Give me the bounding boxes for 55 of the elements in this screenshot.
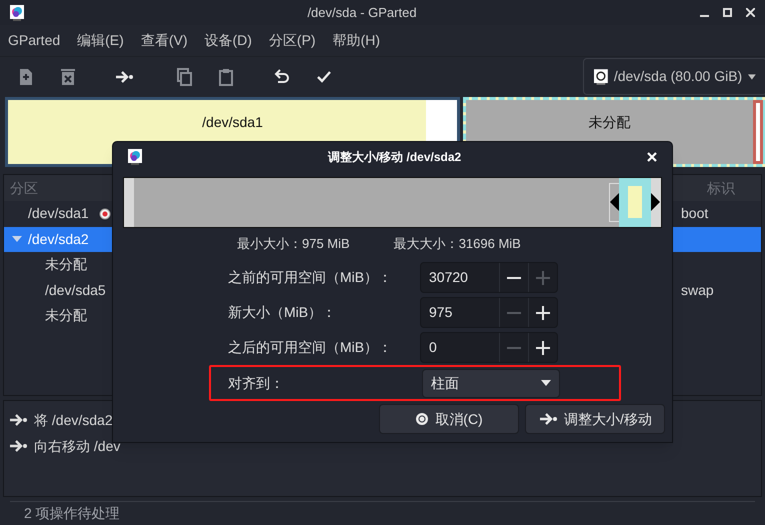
menu-item[interactable]: GParted (8, 30, 60, 51)
menu-item[interactable]: 分区(P) (268, 30, 316, 51)
dialog-title: 调整大小/移动 /dev/sda2 (326, 148, 462, 166)
plus-icon (536, 306, 550, 320)
cancel-button[interactable]: 取消(C) (379, 404, 519, 434)
cancel-icon (415, 412, 430, 426)
field-label: 新大小（MiB）： (228, 303, 338, 322)
field-label: 之前的可用空间（MiB）： (228, 268, 394, 287)
align-dropdown[interactable]: 柱面 (422, 368, 560, 398)
minus-icon (507, 276, 521, 278)
resize-icon (538, 412, 558, 426)
partition-name: /dev/sda1 (28, 204, 89, 224)
spin-field[interactable]: 0 (420, 332, 558, 363)
resize-button[interactable]: 调整大小/移动 (525, 404, 665, 434)
close-icon[interactable] (746, 8, 755, 17)
dropdown-arrow-icon (541, 380, 551, 386)
flag-text: boot (681, 205, 708, 222)
partition-row[interactable]: /dev/sda1 boot (4, 201, 761, 226)
operation-text: 将 /dev/sda2 (34, 410, 113, 430)
field-label: 之后的可用空间（MiB）： (228, 338, 394, 357)
device-label: /dev/sda (80.00 GiB) (614, 67, 742, 86)
field-label: 对齐到： (228, 374, 285, 392)
plus-icon (536, 340, 550, 354)
operation-text: 向右移动 /dev (34, 436, 120, 456)
flag-text: swap (681, 282, 714, 298)
spin-value: 0 (428, 338, 438, 357)
app-icon (128, 148, 142, 164)
dropdown-arrow-icon (748, 74, 756, 80)
menu-item[interactable]: 帮助(H) (332, 30, 380, 51)
minus-icon (507, 346, 521, 348)
spin-field[interactable]: 975 (420, 297, 558, 328)
menu-item[interactable]: 设备(D) (204, 30, 252, 51)
menu-item[interactable]: 查看(V) (140, 30, 188, 51)
partition-resize-bar[interactable] (123, 177, 662, 228)
app-icon (10, 4, 24, 20)
spin-value: 30720 (428, 268, 469, 287)
plus-icon (536, 270, 550, 284)
window-title: /dev/sda - GParted (306, 4, 418, 22)
partition-name: /dev/sda5 (45, 280, 106, 300)
minus-icon (507, 312, 521, 314)
resize-icon (8, 413, 28, 427)
partition-name: /dev/sda2 (28, 230, 89, 249)
max-size-text: 最大大小：31696 MiB (394, 235, 521, 254)
resize-icon (8, 439, 28, 453)
partition-label: 未分配 (588, 113, 630, 132)
spin-value: 975 (428, 303, 454, 322)
device-selector[interactable]: /dev/sda (80.00 GiB) (583, 58, 765, 95)
swap-partition-block[interactable] (753, 100, 763, 164)
spin-field[interactable]: 30720 (420, 262, 558, 293)
min-size-text: 最小大小：975 MiB (237, 235, 350, 254)
status-text: 2 项操作待处理 (24, 504, 120, 523)
expander-icon[interactable] (12, 235, 22, 244)
menu-item[interactable]: 编辑(E) (77, 30, 124, 51)
maximize-icon[interactable] (723, 8, 732, 17)
partition-label: /dev/sda1 (202, 113, 263, 132)
